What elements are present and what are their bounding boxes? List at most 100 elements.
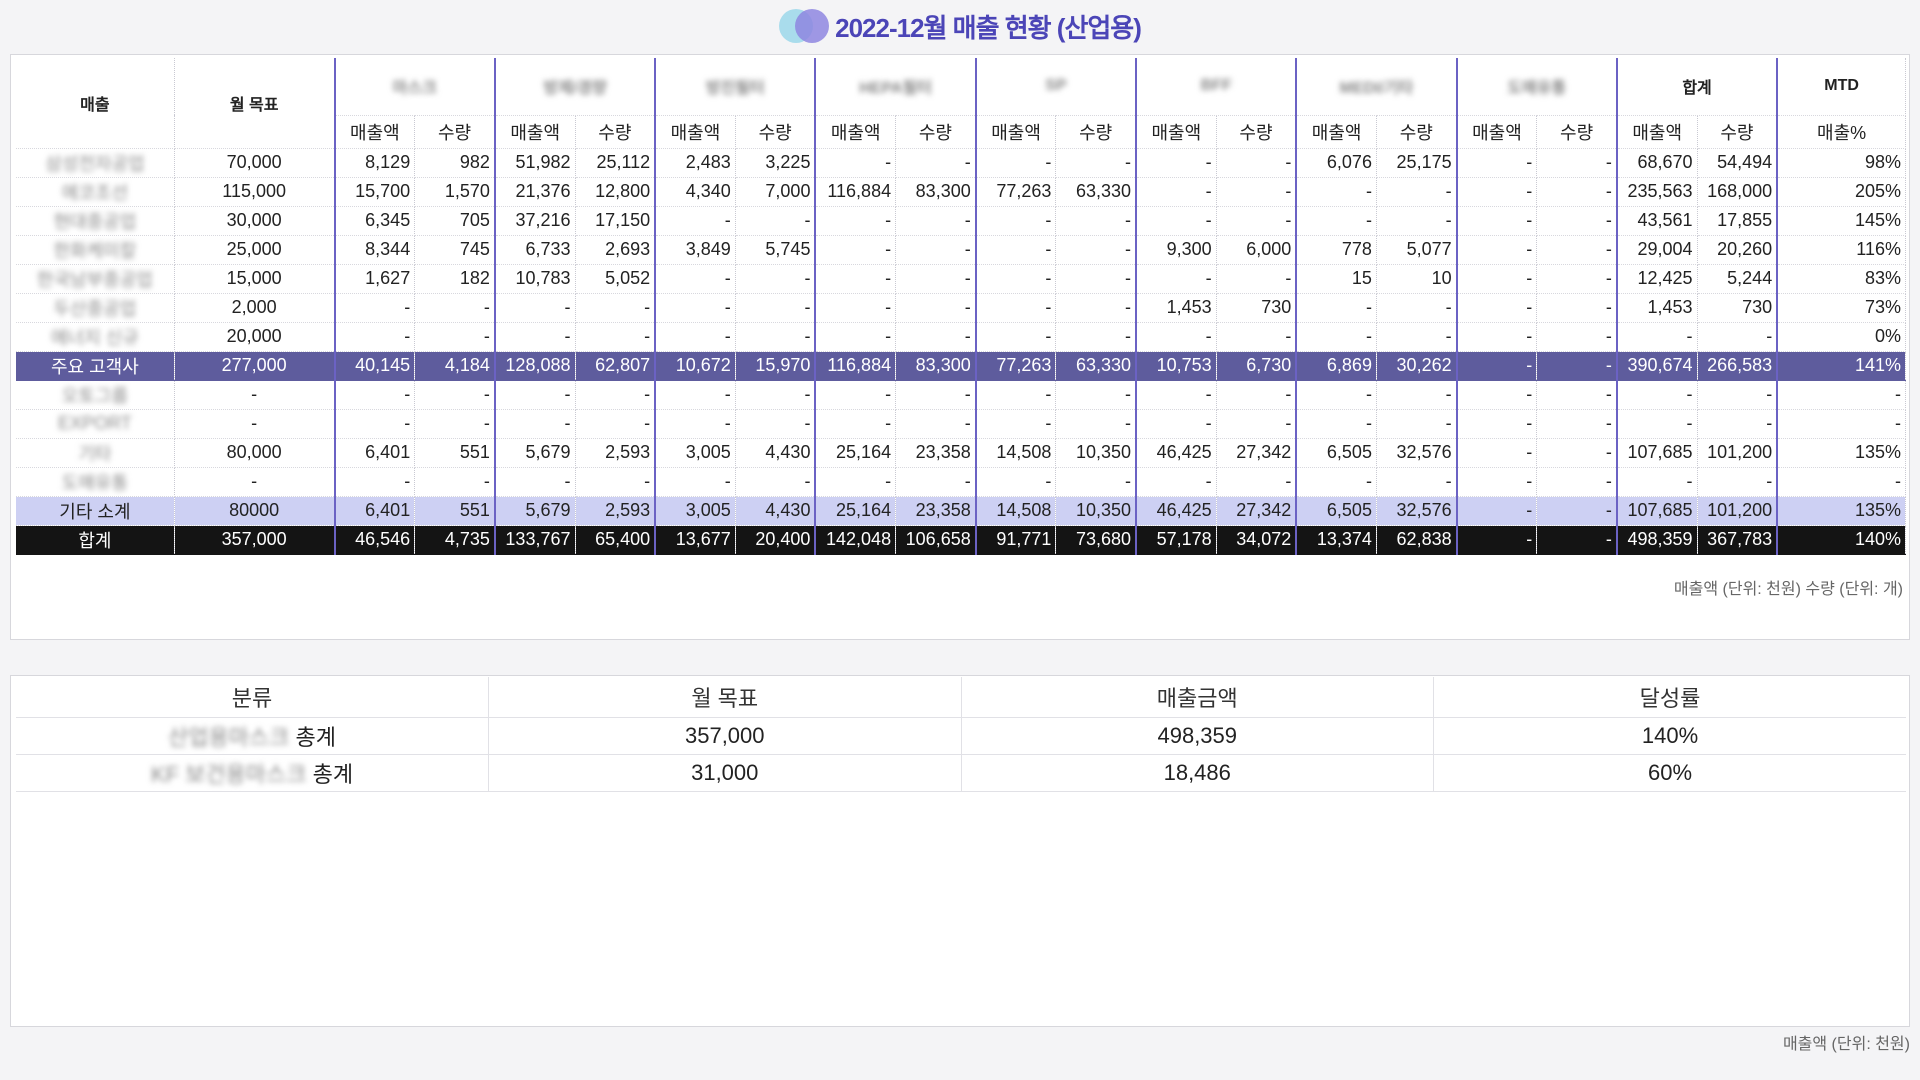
cell-amount: -	[1455, 351, 1538, 381]
cell-qty: -	[895, 380, 977, 410]
row-label: 기타	[16, 438, 175, 468]
cell-qty: 982	[414, 148, 496, 178]
row-target: 15,000	[174, 264, 336, 294]
cell-qty: 27,342	[1216, 438, 1297, 468]
cell-qty: 20,400	[735, 525, 816, 555]
title-circles-icon	[779, 9, 830, 43]
mtd-pct: 140%	[1776, 525, 1907, 555]
cell-qty: 30,262	[1376, 351, 1458, 381]
row-label: 에너지 신규	[16, 322, 175, 352]
cell-amount: -	[1455, 409, 1538, 439]
cell-amount: -	[333, 409, 416, 439]
mtd-pct: 141%	[1776, 351, 1907, 381]
cell-qty: -	[1055, 148, 1137, 178]
customer-name: 오토그룹	[61, 385, 129, 406]
cell-qty: -	[735, 293, 816, 323]
cell-amount: 6,076	[1295, 148, 1377, 178]
sum-qty: -	[1697, 409, 1778, 439]
cell-amount: 14,508	[974, 438, 1057, 468]
cell-qty: -	[1376, 467, 1458, 497]
cell-amount: -	[493, 380, 576, 410]
cell-amount: -	[1455, 380, 1538, 410]
summary-header: 매출금액	[961, 677, 1434, 718]
cell-amount: -	[1455, 148, 1538, 178]
sum-amount: 390,674	[1615, 351, 1698, 381]
cell-amount: -	[814, 322, 897, 352]
product-group-header: 방진필터	[654, 58, 816, 116]
category-suffix: 총계	[306, 762, 354, 787]
row-target: -	[174, 380, 336, 410]
cell-amount: 133,767	[493, 525, 576, 555]
cell-qty: -	[1536, 496, 1618, 526]
cell-qty: 5,745	[735, 235, 816, 265]
summary-row: 산업용마스크 총계 357,000 498,359 140%	[16, 717, 1906, 755]
cell-qty: 182	[414, 264, 496, 294]
cell-amount: -	[333, 380, 416, 410]
cell-qty: -	[895, 206, 977, 236]
cell-amount: 10,672	[654, 351, 736, 381]
cell-amount: 77,263	[974, 351, 1057, 381]
row-label: 에코조선	[16, 177, 175, 207]
sub-header-amount: 매출액	[1135, 115, 1217, 149]
page-title: 2022-12월 매출 현황 (산업용)	[835, 12, 1142, 43]
cell-qty: 745	[414, 235, 496, 265]
cell-amount: 1,627	[333, 264, 416, 294]
row-label: 도매유통	[16, 467, 175, 497]
cell-amount: -	[974, 264, 1057, 294]
cell-qty: 5,052	[575, 264, 656, 294]
sum-amount: 1,453	[1615, 293, 1698, 323]
cell-qty: 7,000	[735, 177, 816, 207]
sum-amount: 235,563	[1615, 177, 1698, 207]
mtd-pct: 205%	[1776, 177, 1907, 207]
sum-qty: -	[1697, 467, 1778, 497]
cell-qty: -	[735, 264, 816, 294]
cell-qty: -	[1376, 322, 1458, 352]
cell-qty: -	[1216, 322, 1297, 352]
cell-qty: 6,000	[1216, 235, 1297, 265]
sum-amount: 107,685	[1615, 496, 1698, 526]
cell-amount: -	[814, 380, 897, 410]
cell-qty: 32,576	[1376, 496, 1458, 526]
sum-amount: 68,670	[1615, 148, 1698, 178]
summary-category: KF 보건용마스크 총계	[16, 754, 489, 792]
summary-target: 357,000	[488, 717, 962, 755]
sales-table: 매출 월 목표 마스크 방제/경량 방진필터 HEPA필터 SP BFF MEDI/기타 도매유통…	[16, 58, 1907, 555]
cell-amount: 6,401	[333, 496, 416, 526]
sum-qty: 5,244	[1697, 264, 1778, 294]
row-label: 두산중공업	[16, 293, 175, 323]
table-row: 기타 80,000 6,401 551 5,679 2,593 3,005 4,430 25,1…	[16, 438, 1907, 468]
cell-qty: -	[1216, 467, 1297, 497]
cell-qty: 4,430	[735, 438, 816, 468]
cell-amount: -	[1455, 496, 1538, 526]
cell-amount: 4,340	[654, 177, 736, 207]
cell-qty: -	[735, 409, 816, 439]
summary-table: 분류 월 목표 매출금액 달성률 산업용마스크 총계 357,000 498,359 140…	[16, 677, 1906, 792]
cell-qty: 63,330	[1055, 351, 1137, 381]
sum-qty: 101,200	[1697, 438, 1778, 468]
cell-qty: -	[1536, 380, 1618, 410]
cell-qty: 62,838	[1376, 525, 1458, 555]
cell-qty: 3,225	[735, 148, 816, 178]
cell-qty: 1,570	[414, 177, 496, 207]
sum-amount: 29,004	[1615, 235, 1698, 265]
cell-amount: -	[1135, 177, 1217, 207]
cell-amount: -	[654, 264, 736, 294]
summary-row: KF 보건용마스크 총계 31,000 18,486 60%	[16, 754, 1906, 792]
cell-amount: 142,048	[814, 525, 897, 555]
cell-qty: 730	[1216, 293, 1297, 323]
cell-qty: -	[414, 409, 496, 439]
cell-qty: -	[1216, 206, 1297, 236]
cell-amount: -	[1455, 264, 1538, 294]
table-row: 주요 고객사 277,000 40,145 4,184 128,088 62,807 10,…	[16, 351, 1907, 381]
mtd-pct: -	[1776, 467, 1907, 497]
sum-amount: -	[1615, 409, 1698, 439]
cell-amount: -	[1295, 177, 1377, 207]
cell-amount: -	[1295, 380, 1377, 410]
cell-qty: 34,072	[1216, 525, 1297, 555]
cell-amount: 128,088	[493, 351, 576, 381]
sum-qty: 367,783	[1697, 525, 1778, 555]
cell-amount: 3,005	[654, 496, 736, 526]
cell-amount: -	[1455, 206, 1538, 236]
cell-qty: -	[1216, 264, 1297, 294]
cell-amount: 116,884	[814, 177, 897, 207]
